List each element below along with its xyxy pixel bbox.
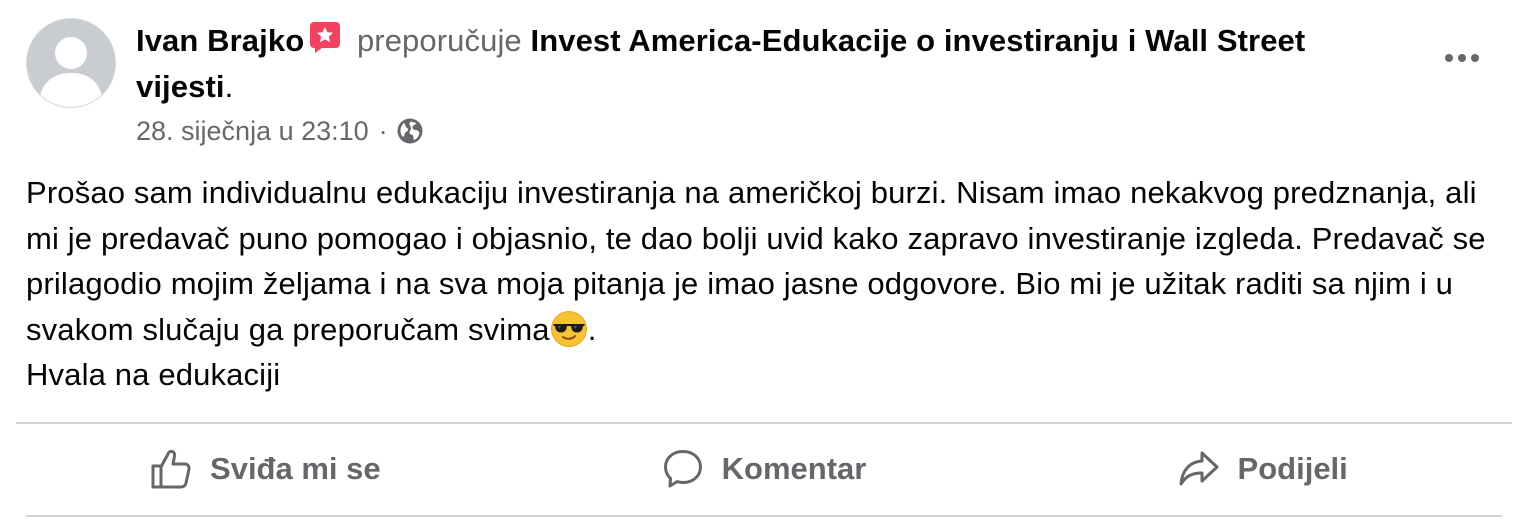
header-period: . <box>224 69 234 104</box>
like-label: Sviđa mi se <box>210 451 381 486</box>
like-button[interactable]: Sviđa mi se <box>16 424 515 514</box>
comment-icon <box>663 450 702 488</box>
more-options-button[interactable] <box>1432 36 1492 80</box>
post-body: Prošao sam individualnu edukaciju invest… <box>26 170 1496 398</box>
action-bar: Sviđa mi se Komentar Podijeli <box>16 424 1512 514</box>
sunglasses-emoji-icon <box>550 310 587 347</box>
post-header: Ivan Brajko preporučuje Invest America-E… <box>136 18 1376 110</box>
post-meta: 28. siječnja u 23:10 · <box>136 112 424 150</box>
comment-button[interactable]: Komentar <box>515 424 1014 514</box>
globe-icon[interactable] <box>396 117 424 145</box>
post-paragraph: Prošao sam individualnu edukaciju invest… <box>26 170 1496 352</box>
recommend-star-icon <box>310 22 341 53</box>
more-dot <box>1445 54 1453 62</box>
comment-label: Komentar <box>721 451 867 486</box>
post-timestamp[interactable]: 28. siječnja u 23:10 <box>136 112 369 150</box>
more-dot <box>1458 54 1466 62</box>
post-paragraph: Hvala na edukaciji <box>26 357 281 392</box>
thumbs-up-icon <box>151 449 191 489</box>
post-paragraph-end: . <box>587 311 597 347</box>
post-paragraph-text: Prošao sam individualnu edukaciju invest… <box>26 175 1486 347</box>
avatar[interactable] <box>26 18 116 108</box>
recommendation-post: Ivan Brajko preporučuje Invest America-E… <box>0 0 1536 520</box>
more-dot <box>1471 54 1479 62</box>
default-avatar-icon <box>27 19 115 107</box>
meta-separator: · <box>378 116 388 146</box>
divider <box>26 515 1502 517</box>
share-icon <box>1179 451 1219 486</box>
author-name[interactable]: Ivan Brajko <box>136 23 304 58</box>
share-label: Podijeli <box>1237 451 1348 486</box>
share-button[interactable]: Podijeli <box>1013 424 1512 514</box>
recommends-text: preporučuje <box>356 23 522 58</box>
